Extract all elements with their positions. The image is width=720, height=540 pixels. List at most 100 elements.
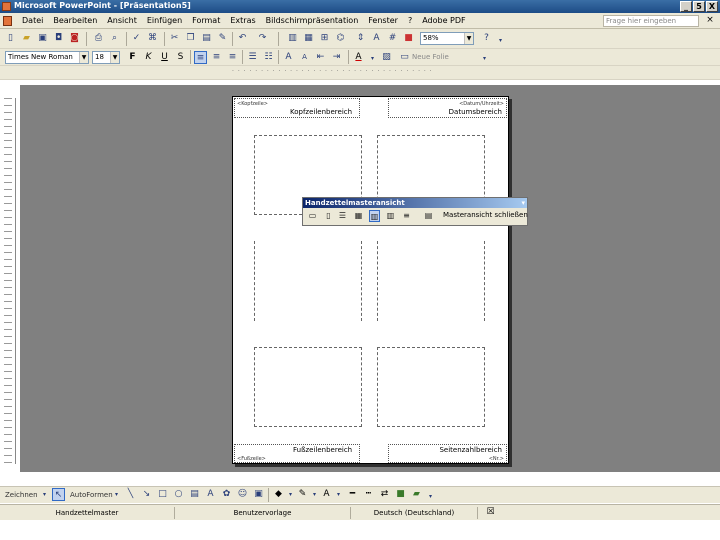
3d-style-icon[interactable]: ▰ — [410, 488, 423, 501]
open-folder-icon[interactable]: ▰ — [20, 32, 33, 45]
two-slides-layout-icon[interactable]: ▯ — [323, 210, 334, 222]
close-button[interactable]: X — [706, 1, 718, 12]
menu-adobe-pdf[interactable]: Adobe PDF — [422, 16, 465, 25]
line-tool-icon[interactable]: ╲ — [124, 488, 137, 501]
zoom-select[interactable]: 58% ▼ — [420, 32, 474, 45]
toolbar-options-icon[interactable]: ▾ — [424, 490, 437, 503]
wordart-icon[interactable]: A — [204, 488, 217, 501]
help-icon[interactable]: ? — [480, 32, 493, 45]
show-grid-icon[interactable]: # — [386, 32, 399, 45]
draw-menu-button[interactable]: Zeichnen — [5, 491, 38, 499]
align-center-icon[interactable]: ≡ — [210, 51, 223, 64]
font-family-select[interactable]: Times New Roman ▼ — [5, 51, 89, 64]
menu-format[interactable]: Format — [192, 16, 220, 25]
print-preview-icon[interactable]: ⌕ — [108, 32, 121, 45]
insert-hyperlink-icon[interactable]: ⌬ — [334, 32, 347, 45]
chevron-down-icon[interactable]: ▾ — [110, 488, 123, 501]
arrow-style-icon[interactable]: ⇄ — [378, 488, 391, 501]
nine-slides-layout-icon[interactable]: ▥ — [385, 210, 396, 222]
print-icon[interactable]: ⎙ — [92, 32, 105, 45]
menu-insert[interactable]: Einfügen — [147, 16, 182, 25]
toolbar-menu-icon[interactable]: ▾ — [521, 198, 525, 208]
increase-indent-icon[interactable]: ⇥ — [330, 51, 343, 64]
menu-window[interactable]: Fenster — [368, 16, 398, 25]
pdf-icon[interactable]: ◙ — [68, 32, 81, 45]
research-icon[interactable]: ⌘ — [146, 32, 159, 45]
insert-chart-icon[interactable]: ▥ — [286, 32, 299, 45]
menu-help[interactable]: ? — [408, 16, 412, 25]
chevron-down-icon[interactable]: ▼ — [79, 52, 88, 63]
color-grayscale-icon[interactable]: ■ — [402, 32, 415, 45]
close-master-view-button[interactable]: Masteransicht schließen — [443, 211, 528, 219]
menu-file[interactable]: Datei — [22, 16, 43, 25]
footer-placeholder[interactable]: Fußzeilenbereich <Fußzeile> — [234, 444, 360, 463]
cut-icon[interactable]: ✂ — [168, 32, 181, 45]
italic-button[interactable]: K — [142, 51, 155, 64]
spelling-status-icon[interactable]: ☒ — [484, 506, 497, 519]
minimize-button[interactable]: _ — [680, 1, 692, 12]
copy-icon[interactable]: ❐ — [184, 32, 197, 45]
autoshapes-menu-button[interactable]: AutoFormen — [70, 491, 113, 499]
menu-view[interactable]: Ansicht — [107, 16, 137, 25]
design-icon[interactable]: ▨ — [380, 51, 393, 64]
font-size-select[interactable]: 18 ▼ — [92, 51, 120, 64]
decrease-indent-icon[interactable]: ⇤ — [314, 51, 327, 64]
date-placeholder[interactable]: <Datum/Uhrzeit> Datumsbereich — [388, 98, 507, 118]
expand-all-icon[interactable]: ⇕ — [354, 32, 367, 45]
diagram-icon[interactable]: ✿ — [220, 488, 233, 501]
help-search-input[interactable]: Frage hier eingeben — [603, 15, 699, 27]
document-close-button[interactable]: × — [704, 15, 716, 27]
toolbar-options-icon[interactable]: ▾ — [478, 52, 491, 65]
powerpoint-app-icon[interactable] — [2, 2, 11, 11]
new-slide-button[interactable]: Neue Folie — [412, 53, 449, 61]
restore-button[interactable]: 5 — [693, 1, 705, 12]
align-left-icon[interactable]: ≡ — [194, 51, 207, 64]
number-placeholder[interactable]: Seitenzahlbereich <Nr.> — [388, 444, 507, 463]
document-icon[interactable] — [3, 16, 12, 26]
outline-layout-icon[interactable]: ≡ — [401, 210, 412, 222]
menu-edit[interactable]: Bearbeiten — [53, 16, 97, 25]
new-slide-icon[interactable]: ▭ — [398, 51, 411, 64]
shadow-style-icon[interactable]: ■ — [394, 488, 407, 501]
chevron-down-icon[interactable]: ▾ — [38, 488, 51, 501]
redo-icon[interactable]: ↷ — [256, 32, 269, 45]
font-color-icon[interactable]: A — [352, 51, 365, 64]
chevron-down-icon[interactable]: ▼ — [110, 52, 119, 63]
tables-borders-icon[interactable]: ⊞ — [318, 32, 331, 45]
chevron-down-icon[interactable]: ▼ — [464, 33, 473, 44]
select-objects-icon[interactable]: ↖ — [52, 488, 65, 501]
align-right-icon[interactable]: ≡ — [226, 51, 239, 64]
slide-placeholder-5[interactable] — [254, 347, 362, 427]
six-slides-layout-icon[interactable]: ▥ — [369, 210, 380, 222]
line-style-icon[interactable]: ━ — [346, 488, 359, 501]
slide-placeholder-4[interactable] — [377, 241, 485, 321]
spelling-icon[interactable]: ✓ — [130, 32, 143, 45]
new-document-icon[interactable]: ▯ — [4, 32, 17, 45]
paste-icon[interactable]: ▤ — [200, 32, 213, 45]
header-footer-icon[interactable]: ▤ — [423, 210, 434, 222]
shadow-button[interactable]: S — [174, 51, 187, 64]
chevron-down-icon[interactable]: ▾ — [332, 488, 345, 501]
menu-tools[interactable]: Extras — [230, 16, 255, 25]
show-formatting-icon[interactable]: A — [370, 32, 383, 45]
toolbar-options-icon[interactable]: ▾ — [494, 34, 507, 47]
increase-font-icon[interactable]: A — [282, 51, 295, 64]
insert-table-icon[interactable]: ▦ — [302, 32, 315, 45]
menu-slideshow[interactable]: Bildschirmpräsentation — [266, 16, 359, 25]
format-painter-icon[interactable]: ✎ — [216, 32, 229, 45]
header-placeholder[interactable]: <Kopfzeile> Kopfzeilenbereich — [234, 98, 360, 118]
dash-style-icon[interactable]: ┅ — [362, 488, 375, 501]
chevron-down-icon[interactable]: ▾ — [366, 52, 379, 65]
oval-tool-icon[interactable]: ○ — [172, 488, 185, 501]
clipart-icon[interactable]: ☺ — [236, 488, 249, 501]
one-slide-layout-icon[interactable]: ▭ — [307, 210, 318, 222]
numbering-icon[interactable]: ☰ — [246, 51, 259, 64]
slide-placeholder-6[interactable] — [377, 347, 485, 427]
arrow-tool-icon[interactable]: ↘ — [140, 488, 153, 501]
save-icon[interactable]: ▣ — [36, 32, 49, 45]
textbox-tool-icon[interactable]: ▤ — [188, 488, 201, 501]
rectangle-tool-icon[interactable]: □ — [156, 488, 169, 501]
slide-placeholder-3[interactable] — [254, 241, 362, 321]
handout-toolbar-titlebar[interactable]: Handzettelmasteransicht ▾ — [303, 198, 527, 208]
bold-button[interactable]: F — [126, 51, 139, 64]
